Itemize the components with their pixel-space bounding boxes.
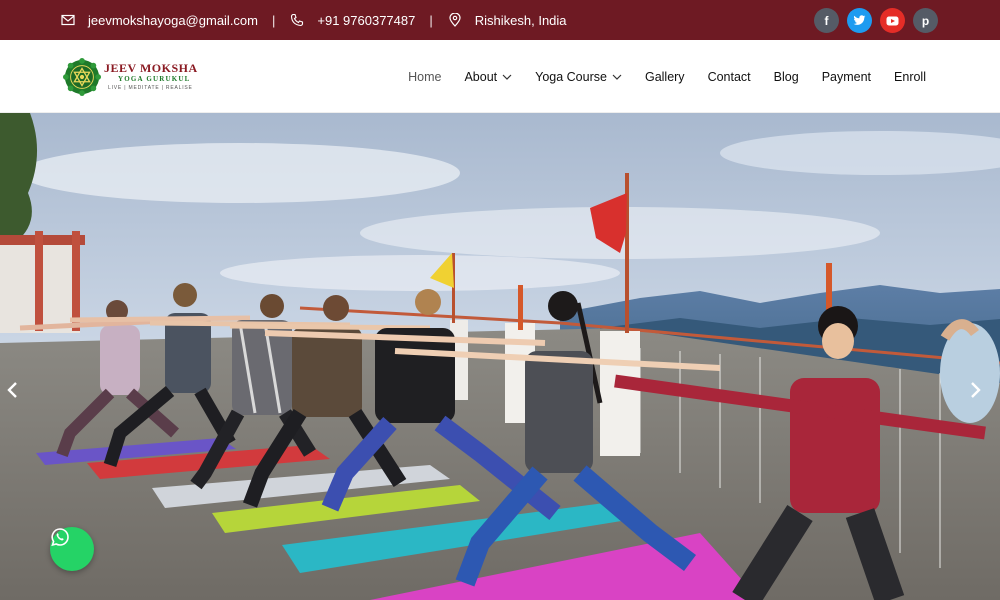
nav-gallery-label: Gallery [644, 69, 685, 84]
site-logo[interactable]: JEEV MOKSHA YOGA GURUKUL LIVE | MEDITATE… [63, 57, 198, 97]
logo-subtitle: YOGA GURUKUL [118, 75, 191, 83]
main-nav: Home About Yoga Course Gallery Contact B… [385, 40, 926, 113]
chevron-down-icon [502, 72, 512, 82]
nav-yoga-course[interactable]: Yoga Course [535, 70, 622, 84]
separator: | [272, 12, 276, 28]
hero-slider [0, 113, 1000, 600]
logo-tagline: LIVE | MEDITATE | REALISE [108, 85, 193, 91]
nav-payment[interactable]: Payment [822, 70, 871, 84]
envelope-icon [60, 12, 76, 28]
youtube-icon[interactable] [880, 8, 905, 33]
nav-about[interactable]: About [464, 70, 512, 84]
phone-icon [289, 12, 305, 28]
chevron-down-icon [612, 72, 622, 82]
facebook-icon[interactable]: f [814, 8, 839, 33]
contact-info: jeevmokshayoga@gmail.com | +91 976037748… [60, 0, 567, 40]
nav-contact-label: Contact [707, 69, 751, 84]
nav-gallery[interactable]: Gallery [645, 70, 685, 84]
nav-payment-label: Payment [821, 69, 872, 84]
nav-blog[interactable]: Blog [774, 70, 799, 84]
pinterest-icon[interactable]: p [913, 8, 938, 33]
nav-yoga-course-label: Yoga Course [535, 69, 607, 84]
phone-link[interactable]: +91 9760377487 [317, 13, 415, 28]
logo-emblem-icon [63, 58, 101, 96]
slider-next-button[interactable] [970, 381, 994, 405]
nav-contact[interactable]: Contact [708, 70, 751, 84]
whatsapp-icon [51, 528, 69, 547]
whatsapp-button[interactable] [50, 527, 94, 571]
nav-enroll[interactable]: Enroll [894, 70, 926, 84]
top-bar: jeevmokshayoga@gmail.com | +91 976037748… [0, 0, 1000, 40]
social-links: f p [814, 8, 938, 33]
nav-blog-label: Blog [773, 69, 799, 84]
nav-enroll-label: Enroll [894, 69, 926, 84]
site-header: JEEV MOKSHA YOGA GURUKUL LIVE | MEDITATE… [0, 40, 1000, 113]
nav-about-label: About [464, 69, 498, 84]
nav-home-label: Home [408, 69, 442, 84]
nav-home[interactable]: Home [408, 70, 441, 84]
location-text: Rishikesh, India [474, 12, 567, 28]
separator: | [429, 12, 433, 28]
email-link[interactable]: jeevmokshayoga@gmail.com [88, 13, 258, 28]
location-pin-icon [447, 12, 463, 28]
hero-image [0, 113, 1000, 600]
slider-prev-button[interactable] [6, 381, 30, 405]
logo-title: JEEV MOKSHA [104, 61, 198, 75]
twitter-icon[interactable] [847, 8, 872, 33]
